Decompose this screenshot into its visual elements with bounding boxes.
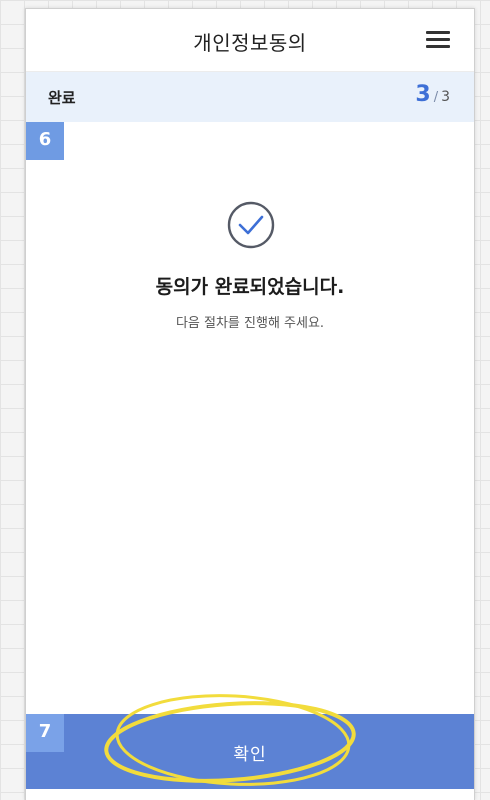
confirm-button[interactable]: 7 확인	[26, 714, 474, 789]
step-progress-bar: 완료 3/3	[26, 72, 474, 122]
app-header: 개인정보동의	[26, 9, 474, 72]
step-current: 3	[415, 82, 431, 107]
step-total: 3	[441, 89, 450, 105]
step-counter: 3/3	[415, 82, 450, 107]
menu-line	[426, 31, 450, 34]
step-separator: /	[433, 90, 439, 105]
annotation-marker-6: 6	[26, 122, 64, 160]
completion-subtitle: 다음 절차를 진행해 주세요.	[175, 316, 325, 331]
phone-screen: 개인정보동의 완료 3/3 동의가 완료되었습니다. 다음 절차를 진행해 주세…	[25, 8, 475, 800]
completion-content: 동의가 완료되었습니다. 다음 절차를 진행해 주세요.	[26, 122, 474, 712]
hamburger-menu-icon[interactable]	[426, 31, 450, 49]
menu-line	[426, 38, 450, 41]
check-circle-icon	[226, 200, 276, 250]
step-label: 완료	[48, 89, 76, 107]
confirm-button-label: 확인	[233, 745, 267, 765]
page-title: 개인정보동의	[193, 31, 307, 55]
completion-title: 동의가 완료되었습니다.	[155, 276, 345, 298]
menu-line	[426, 45, 450, 48]
